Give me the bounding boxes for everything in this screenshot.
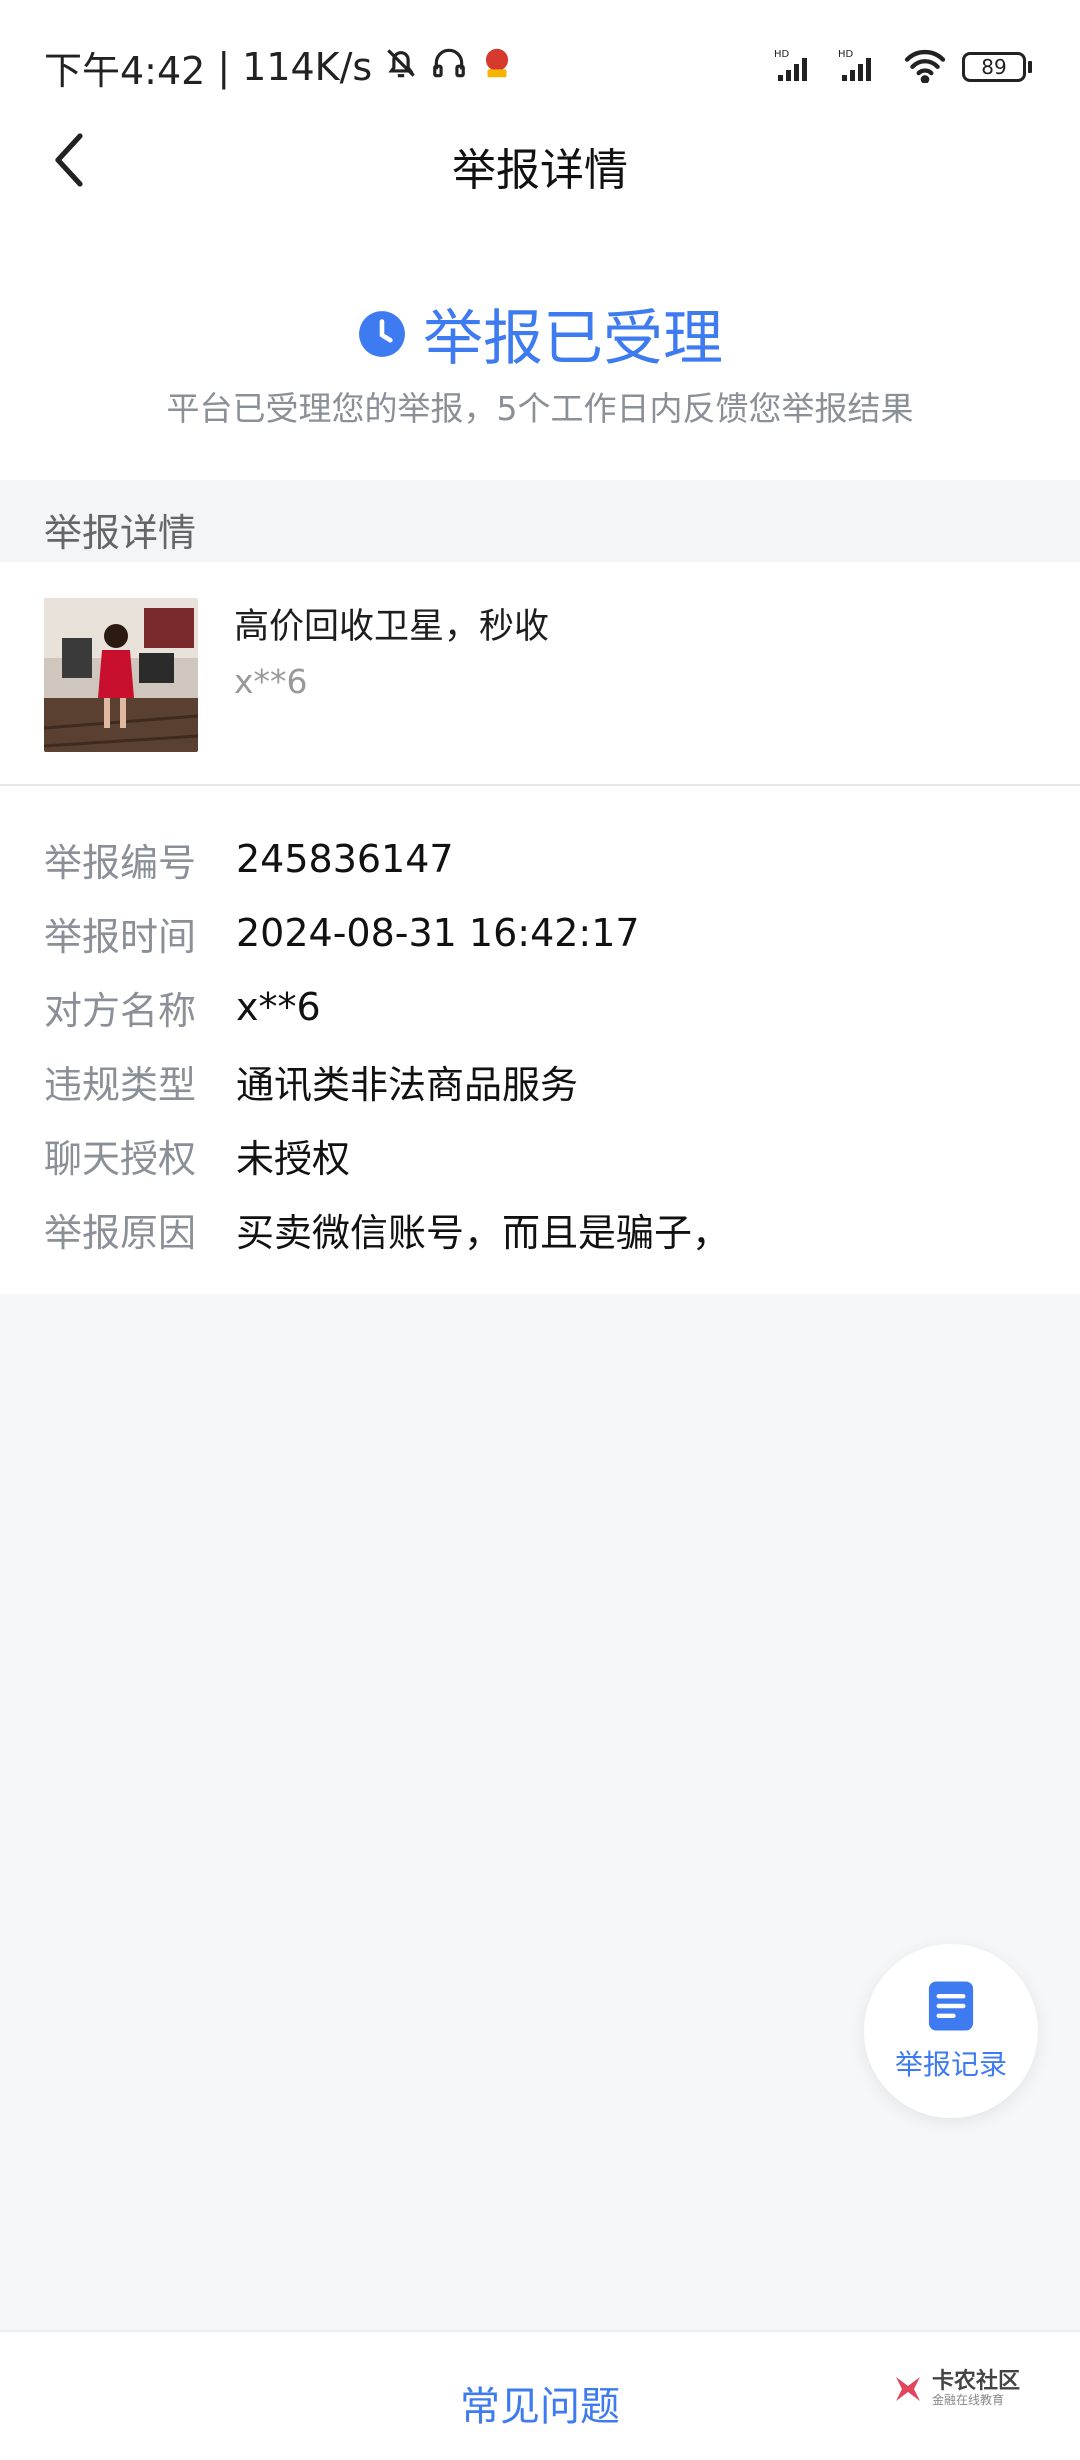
detail-value: 通讯类非法商品服务 [236, 1062, 579, 1107]
status-separator: | [217, 45, 231, 89]
watermark-name: 卡农社区 [931, 2369, 1020, 2394]
detail-row-chat-authorization: 聊天授权 未授权 [0, 1118, 1080, 1192]
detail-row-report-time: 举报时间 2024-08-31 16:42:17 [0, 896, 1080, 970]
watermark-logo: 卡农社区 金融在线教育 [890, 2369, 1020, 2408]
detail-row-report-id: 举报编号 245836147 [0, 822, 1080, 896]
detail-label: 举报原因 [44, 1210, 197, 1255]
detail-value: 未授权 [236, 1136, 351, 1181]
document-icon [928, 1981, 974, 2031]
headphones-icon [430, 44, 468, 91]
section-header: 举报详情 [0, 480, 1080, 562]
net-speed: 114K/s [242, 45, 373, 89]
detail-list: 举报编号 245836147 举报时间 2024-08-31 16:42:17 … [0, 786, 1080, 1294]
reported-item-card[interactable]: 高价回收卫星，秒收 x**6 [0, 562, 1080, 786]
report-status-panel: 举报已受理 平台已受理您的举报，5个工作日内反馈您举报结果 [0, 210, 1080, 480]
detail-label: 举报时间 [44, 914, 197, 959]
status-title: 举报已受理 [423, 304, 723, 374]
page-title: 举报详情 [452, 145, 628, 196]
status-left: 下午4:42 | 114K/s [44, 42, 516, 93]
app-notification-icon [478, 44, 516, 91]
detail-label: 聊天授权 [44, 1136, 197, 1181]
report-records-label: 举报记录 [894, 2048, 1007, 2081]
nav-bar: 举报详情 [0, 110, 1080, 210]
status-right: HD HD 89 [774, 42, 1032, 92]
status-description: 平台已受理您的举报，5个工作日内反馈您举报结果 [166, 389, 914, 428]
bottom-bar: 常见问题 卡农社区 金融在线教育 [0, 2330, 1080, 2460]
report-records-button[interactable]: 举报记录 [864, 1944, 1038, 2118]
item-title: 高价回收卫星，秒收 [234, 607, 550, 647]
detail-row-violation-type: 违规类型 通讯类非法商品服务 [0, 1044, 1080, 1118]
clock-icon [359, 310, 405, 357]
status-line: 举报已受理 [0, 290, 1080, 377]
item-subtitle: x**6 [234, 662, 308, 701]
svg-text:HD: HD [774, 49, 790, 60]
kanong-logo-icon [895, 2376, 920, 2401]
signal-icon: HD [774, 47, 824, 87]
detail-label: 对方名称 [44, 988, 197, 1033]
signal-icon: HD [838, 47, 888, 87]
battery-level: 89 [962, 52, 1026, 82]
section-title: 举报详情 [44, 511, 197, 555]
watermark-subtitle: 金融在线教育 [931, 2393, 1004, 2408]
detail-row-reason: 举报原因 买卖微信账号，而且是骗子， [0, 1192, 1080, 1266]
battery-icon: 89 [962, 52, 1032, 82]
svg-text:HD: HD [838, 49, 854, 60]
item-thumbnail [44, 598, 198, 752]
report-detail-page: 下午4:42 | 114K/s HD HD 89 举报详情 举报已受理 平台已受… [0, 0, 1080, 2460]
detail-value: 245836147 [236, 837, 454, 881]
detail-row-counterparty: 对方名称 x**6 [0, 970, 1080, 1044]
bell-muted-icon [382, 44, 420, 91]
detail-label: 举报编号 [44, 840, 197, 885]
detail-value: 2024-08-31 16:42:17 [236, 911, 640, 955]
detail-value: x**6 [236, 985, 321, 1029]
status-time: 下午4:42 [44, 48, 206, 93]
detail-value: 买卖微信账号，而且是骗子， [236, 1210, 731, 1255]
wifi-icon [902, 47, 948, 87]
detail-label: 违规类型 [44, 1062, 197, 1107]
